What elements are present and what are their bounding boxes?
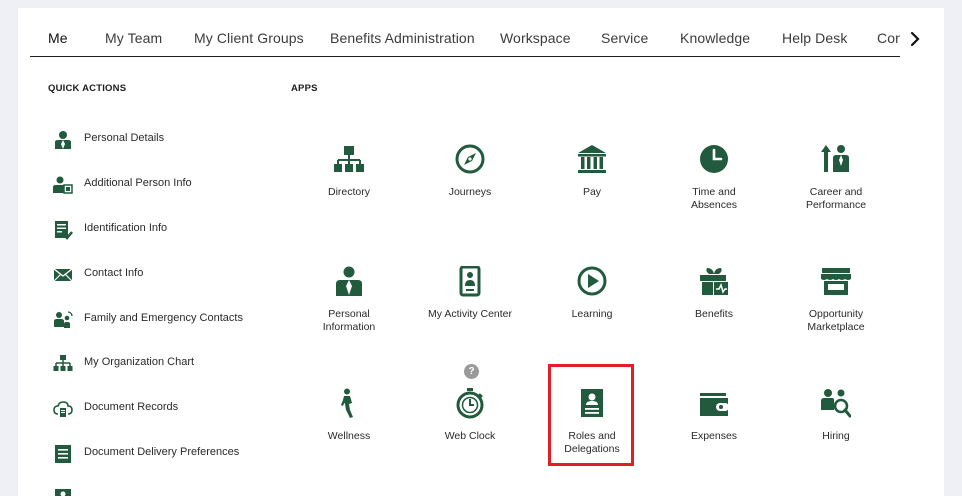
quick-action-document-records[interactable]: Document Records [48, 397, 288, 421]
app-wellness[interactable]: Wellness [294, 388, 404, 488]
quick-actions-title: QUICK ACTIONS [48, 83, 127, 94]
person-card-icon [53, 488, 73, 496]
tab-my-team[interactable]: My Team [105, 30, 162, 46]
tab-more[interactable]: Con [877, 30, 900, 46]
tab-knowledge[interactable]: Knowledge [680, 30, 750, 46]
hiring-icon [821, 388, 851, 422]
quick-action-my-organization-chart[interactable]: My Organization Chart [48, 352, 288, 376]
quick-action-additional-person-info[interactable]: Additional Person Info [48, 173, 288, 197]
tab-workspace[interactable]: Workspace [500, 30, 571, 46]
tab-benefits-administration[interactable]: Benefits Administration [330, 30, 475, 46]
app-opportunity-marketplace[interactable]: Opportunity Marketplace [781, 266, 891, 366]
family-icon [53, 310, 73, 330]
person-card-icon [53, 175, 73, 195]
compass-icon [455, 144, 485, 178]
document-records-icon [53, 399, 73, 419]
stopwatch-icon [455, 388, 485, 422]
activity-center-icon [455, 266, 485, 300]
storefront-icon [821, 266, 851, 300]
career-icon [821, 144, 851, 178]
document-delivery-icon [53, 444, 73, 464]
quick-action-personal-details[interactable]: Personal Details [48, 128, 288, 152]
bank-icon [577, 144, 607, 178]
app-pay[interactable]: Pay [537, 144, 647, 244]
page: Me My Team My Client Groups Benefits Adm… [18, 8, 944, 496]
directory-icon [334, 144, 364, 178]
app-expenses[interactable]: Expenses [659, 388, 769, 488]
wallet-icon [699, 388, 729, 422]
person-icon [53, 130, 73, 150]
app-journeys[interactable]: Journeys [415, 144, 525, 244]
clock-icon [699, 144, 729, 178]
org-chart-icon [53, 354, 73, 374]
quick-action-document-delivery-preferences[interactable]: Document Delivery Preferences [48, 442, 288, 466]
personal-info-icon [334, 266, 364, 300]
app-time-and-absences[interactable]: Time and Absences [659, 144, 769, 244]
app-hiring[interactable]: Hiring [781, 388, 891, 488]
quick-action-partial[interactable] [48, 486, 288, 496]
app-web-clock[interactable]: Web Clock [415, 388, 525, 488]
play-circle-icon [577, 266, 607, 300]
app-learning[interactable]: Learning [537, 266, 647, 366]
app-career-and-performance[interactable]: Career and Performance [781, 144, 891, 244]
quick-action-contact-info[interactable]: Contact Info [48, 263, 288, 287]
chevron-right-icon[interactable] [904, 28, 926, 50]
app-directory[interactable]: Directory [294, 144, 404, 244]
app-personal-information[interactable]: Personal Information [294, 266, 404, 366]
app-my-activity-center[interactable]: My Activity Center [415, 266, 525, 366]
tab-my-client-groups[interactable]: My Client Groups [194, 30, 304, 46]
wellness-icon [334, 388, 364, 422]
app-benefits[interactable]: Benefits [659, 266, 769, 366]
top-navigation: Me My Team My Client Groups Benefits Adm… [30, 8, 900, 57]
gift-icon [699, 266, 729, 300]
envelope-icon [53, 265, 73, 285]
quick-action-identification-info[interactable]: Identification Info [48, 218, 288, 242]
tab-help-desk[interactable]: Help Desk [782, 30, 847, 46]
tab-me[interactable]: Me [48, 30, 68, 46]
highlight-box [548, 364, 634, 466]
tab-service[interactable]: Service [601, 30, 648, 46]
apps-title: APPS [291, 83, 318, 94]
help-icon[interactable]: ? [464, 364, 479, 379]
id-document-icon [53, 220, 73, 240]
quick-action-family-and-emergency-contacts[interactable]: Family and Emergency Contacts [48, 308, 288, 332]
